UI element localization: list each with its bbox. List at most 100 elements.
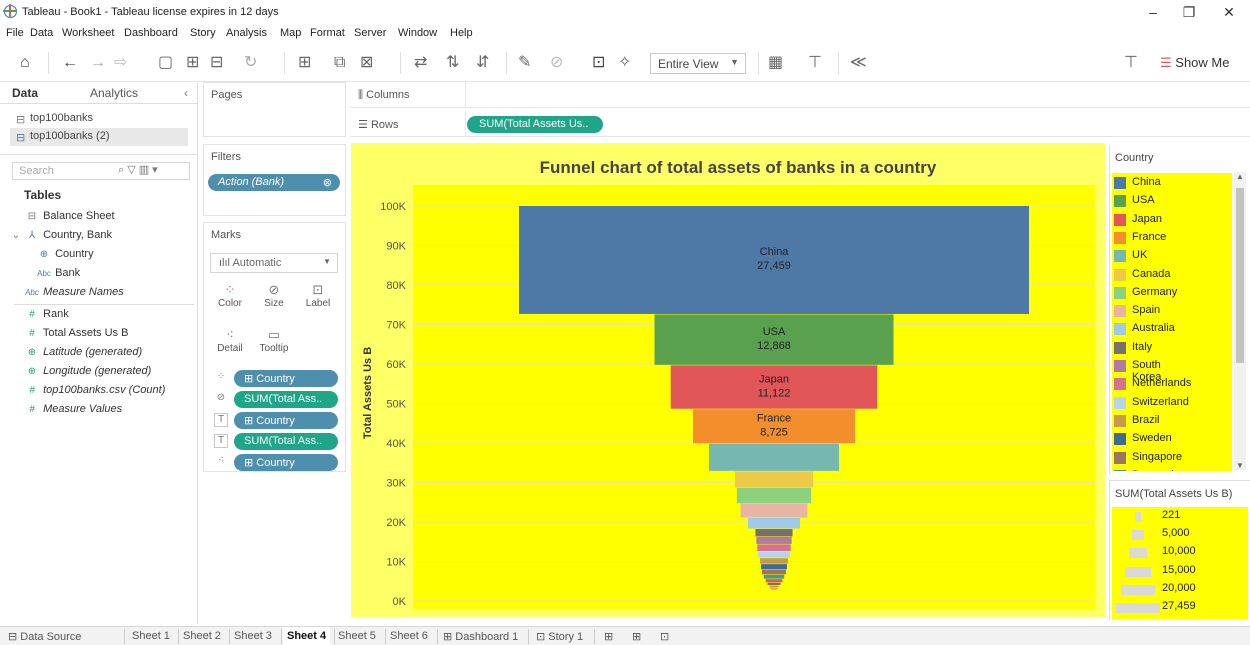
share-icon[interactable]: ≪ <box>850 54 867 72</box>
mark-type-dropdown[interactable]: ılıl Automatic ▼ <box>210 253 338 273</box>
new-worksheet-icon[interactable]: ⊞ <box>604 630 613 643</box>
field-item[interactable]: Abc Bank <box>36 267 80 285</box>
story-tab[interactable]: ⊡ Story 1 <box>536 630 583 643</box>
close-button[interactable]: ✕ <box>1212 2 1246 22</box>
show-me-button[interactable]: ☰ Show Me <box>1160 55 1229 71</box>
new-dashboard-icon[interactable]: ⊞ <box>632 630 641 643</box>
highlight-icon[interactable]: ✎ <box>518 54 531 72</box>
funnel-segment-other[interactable] <box>770 587 778 589</box>
funnel-segment-switzerland[interactable] <box>758 551 790 558</box>
funnel-segment-other[interactable] <box>769 585 779 587</box>
field-search-input[interactable]: Search <box>12 162 190 180</box>
filter-pill[interactable]: Action (Bank) ⊗ <box>208 174 340 191</box>
funnel-segment-other[interactable] <box>767 582 781 585</box>
funnel-chart[interactable]: Funnel chart of total assets of banks in… <box>351 143 1105 617</box>
size-legend-item[interactable]: 10,000 <box>1112 543 1248 561</box>
pages-card[interactable]: Pages <box>203 82 346 137</box>
menu-help[interactable]: Help <box>450 27 473 39</box>
filters-card[interactable]: Filters Action (Bank) ⊗ <box>203 144 346 216</box>
field-item[interactable]: ⊟ Balance Sheet <box>24 210 115 228</box>
funnel-segment-sweden[interactable] <box>760 564 788 570</box>
funnel-segment-italy[interactable] <box>755 529 793 537</box>
forward-icon[interactable]: → <box>90 54 106 72</box>
funnel-segment-south-korea[interactable] <box>756 536 792 544</box>
field-item[interactable]: Abc Measure Names <box>24 286 124 304</box>
sheet-tab[interactable]: Sheet 5 <box>338 630 376 642</box>
size-legend-item[interactable]: 20,000 <box>1112 580 1248 598</box>
size-legend-item[interactable]: 221 <box>1112 507 1248 525</box>
field-item[interactable]: ⌄ ⅄ Country, Bank <box>8 229 112 247</box>
legend-scrollbar[interactable]: ▲ ▼ <box>1234 172 1246 470</box>
menu-story[interactable]: Story <box>190 27 216 39</box>
funnel-segment-canada[interactable] <box>734 471 814 488</box>
show-labels-icon[interactable]: ⊡ <box>592 54 605 72</box>
funnel-segment-australia[interactable] <box>747 517 801 529</box>
funnel-segment-other[interactable] <box>771 589 777 590</box>
scroll-down-icon[interactable]: ▼ <box>1236 461 1244 470</box>
funnel-segment-brazil[interactable] <box>760 558 788 564</box>
menu-server[interactable]: Server <box>354 27 386 39</box>
funnel-segment-singapore[interactable] <box>761 569 787 575</box>
scrollbar-thumb[interactable] <box>1236 188 1244 363</box>
dashboard-tab[interactable]: ⊞ Dashboard 1 <box>443 630 518 643</box>
minimize-button[interactable]: – <box>1136 2 1170 22</box>
home-icon[interactable]: ⌂ <box>20 54 30 72</box>
field-item[interactable]: ⊕ Latitude (generated) <box>24 346 142 364</box>
new-datasource-icon[interactable]: ⊞ <box>186 54 199 72</box>
funnel-segment-netherlands[interactable] <box>757 544 791 552</box>
restore-button[interactable]: ❐ <box>1172 2 1206 22</box>
datasource-item-selected[interactable]: ⊟ top100banks (2) <box>10 128 188 146</box>
data-source-tab[interactable]: ⊟ Data Source <box>8 630 81 643</box>
new-story-icon[interactable]: ⊡ <box>660 630 669 643</box>
funnel-segment-germany[interactable] <box>736 487 812 504</box>
sheet-tab-active[interactable]: Sheet 4 <box>283 627 331 645</box>
menu-dashboard[interactable]: Dashboard <box>124 27 178 39</box>
size-button[interactable]: ⊘ Size <box>254 278 294 318</box>
tab-analytics[interactable]: Analytics <box>90 86 138 100</box>
country-pill[interactable]: ⊞ Country <box>234 454 338 471</box>
size-legend-item[interactable]: 15,000 <box>1112 562 1248 580</box>
label-button[interactable]: ⊡ Label <box>298 278 338 318</box>
save-icon[interactable]: ▢ <box>158 54 173 72</box>
redo-icon[interactable]: ⇨ <box>114 54 127 72</box>
size-legend-item[interactable]: 27,459 <box>1112 598 1248 616</box>
country-pill[interactable]: ⊞ Country <box>234 370 338 387</box>
rows-shelf[interactable]: ☰ Rows SUM(Total Assets Us.. <box>350 111 1250 137</box>
sum-assets-pill[interactable]: SUM(Total Ass.. <box>234 391 338 408</box>
pin-icon[interactable]: ✧ <box>618 54 631 72</box>
field-item[interactable]: # Rank <box>24 308 69 326</box>
funnel-segment-spain[interactable] <box>740 503 808 518</box>
field-item[interactable]: ⊕ Country <box>36 248 94 266</box>
search-filter-icons[interactable]: ⌕ ▽ ▥ ▾ <box>118 163 158 177</box>
presentation-mode-icon[interactable]: ⊤ <box>808 54 822 72</box>
color-button[interactable]: ⁘ Color <box>210 278 250 318</box>
field-item[interactable]: # Total Assets Us B <box>24 327 128 345</box>
duplicate-sheet-icon[interactable]: ⧉ <box>334 54 345 72</box>
tab-data[interactable]: Data <box>12 86 38 100</box>
funnel-segment-other[interactable] <box>765 579 783 583</box>
field-item[interactable]: # top100banks.csv (Count) <box>24 384 165 402</box>
sum-assets-pill[interactable]: SUM(Total Ass.. <box>234 433 338 450</box>
sheet-tab[interactable]: Sheet 1 <box>132 630 170 642</box>
menu-map[interactable]: Map <box>280 27 301 39</box>
pause-updates-icon[interactable]: ⊟ <box>210 54 223 72</box>
show-hide-cards-icon[interactable]: ▦ <box>768 54 783 72</box>
menu-worksheet[interactable]: Worksheet <box>62 27 114 39</box>
menu-file[interactable]: File <box>6 27 24 39</box>
tooltip-pin-icon[interactable]: ⊤ <box>1124 54 1138 72</box>
columns-shelf[interactable]: ⫼ Columns <box>350 82 1250 108</box>
size-legend-item[interactable]: 5,000 <box>1112 525 1248 543</box>
collapse-pane-icon[interactable]: ‹ <box>184 86 188 100</box>
menu-analysis[interactable]: Analysis <box>226 27 267 39</box>
menu-data[interactable]: Data <box>30 27 53 39</box>
sheet-tab[interactable]: Sheet 2 <box>183 630 221 642</box>
back-icon[interactable]: ← <box>62 54 78 72</box>
country-pill[interactable]: ⊞ Country <box>234 412 338 429</box>
tooltip-button[interactable]: ▭ Tooltip <box>254 323 294 363</box>
menu-format[interactable]: Format <box>310 27 345 39</box>
menu-window[interactable]: Window <box>398 27 437 39</box>
fit-dropdown[interactable]: Entire View ▼ <box>650 53 746 74</box>
refresh-icon[interactable]: ↻ <box>244 54 257 72</box>
funnel-segment-uk[interactable] <box>708 443 840 471</box>
scroll-up-icon[interactable]: ▲ <box>1236 172 1244 181</box>
